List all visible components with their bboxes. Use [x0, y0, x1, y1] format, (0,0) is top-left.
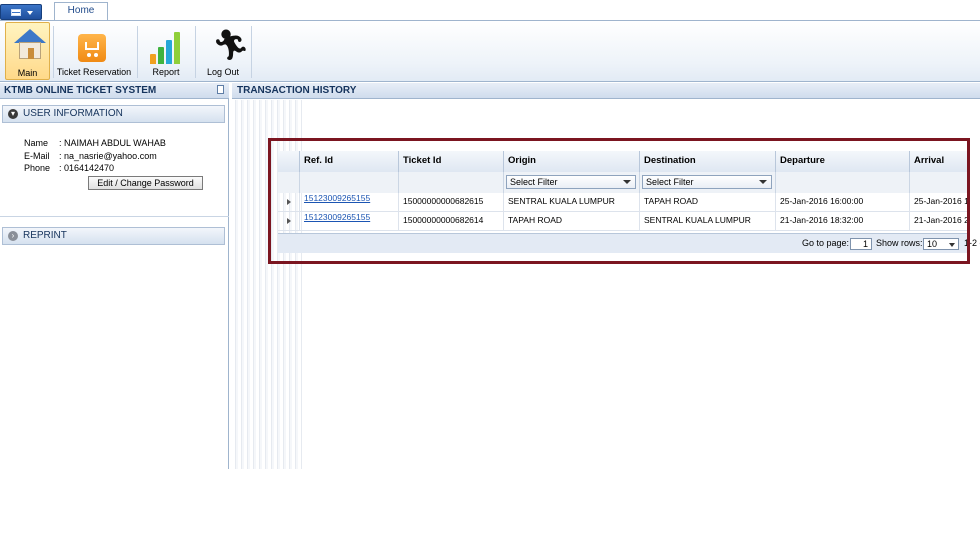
left-panel: KTMB ONLINE TICKET SYSTEM ▾ USER INFORMA… [0, 83, 229, 469]
caret-down-icon [27, 11, 33, 15]
email-label: E-Mail [24, 151, 50, 161]
divider [0, 216, 229, 217]
home-icon [14, 29, 46, 61]
expand-icon: › [8, 231, 18, 241]
highlight-box [268, 138, 970, 264]
user-info-header[interactable]: ▾ USER INFORMATION [2, 105, 225, 123]
logout-button[interactable]: 🏃︎ Log Out [198, 22, 251, 80]
name-value: : NAIMAH ABDUL WAHAB [59, 138, 166, 148]
ticket-reservation-button[interactable]: Ticket Reservation [56, 22, 132, 80]
reprint-title: REPRINT [23, 230, 67, 241]
report-label: Report [152, 67, 180, 77]
email-value: : na_nasrie@yahoo.com [59, 151, 157, 161]
phone-label: Phone [24, 163, 51, 173]
pin-icon[interactable] [217, 85, 224, 94]
ribbon-separator [251, 26, 252, 78]
application-menu-button[interactable] [0, 4, 42, 20]
ticket-reservation-label: Ticket Reservation [56, 67, 132, 77]
logout-label: Log Out [206, 67, 240, 77]
name-label: Name [24, 138, 49, 148]
bar-chart-icon [150, 32, 186, 64]
running-man-icon: 🏃︎ [212, 28, 251, 63]
phone-value: : 0164142470 [59, 163, 115, 173]
app-menu-icon [11, 9, 21, 16]
report-button[interactable]: Report [140, 22, 192, 80]
tab-home[interactable]: Home [54, 2, 108, 21]
user-info-title: USER INFORMATION [23, 108, 123, 119]
reprint-header[interactable]: › REPRINT [2, 227, 225, 245]
cart-icon [78, 34, 106, 62]
main-button[interactable]: Main [5, 22, 50, 80]
change-password-button[interactable]: Edit / Change Password [88, 176, 203, 190]
left-panel-header: KTMB ONLINE TICKET SYSTEM [0, 83, 229, 99]
collapse-icon: ▾ [8, 109, 18, 119]
ribbon-separator [53, 26, 54, 78]
ribbon-separator [195, 26, 196, 78]
page-title: TRANSACTION HISTORY [237, 85, 357, 96]
main-button-label: Main [17, 68, 38, 78]
main-header: TRANSACTION HISTORY [232, 83, 980, 99]
ribbon-separator [137, 26, 138, 78]
system-title: KTMB ONLINE TICKET SYSTEM [4, 85, 157, 96]
